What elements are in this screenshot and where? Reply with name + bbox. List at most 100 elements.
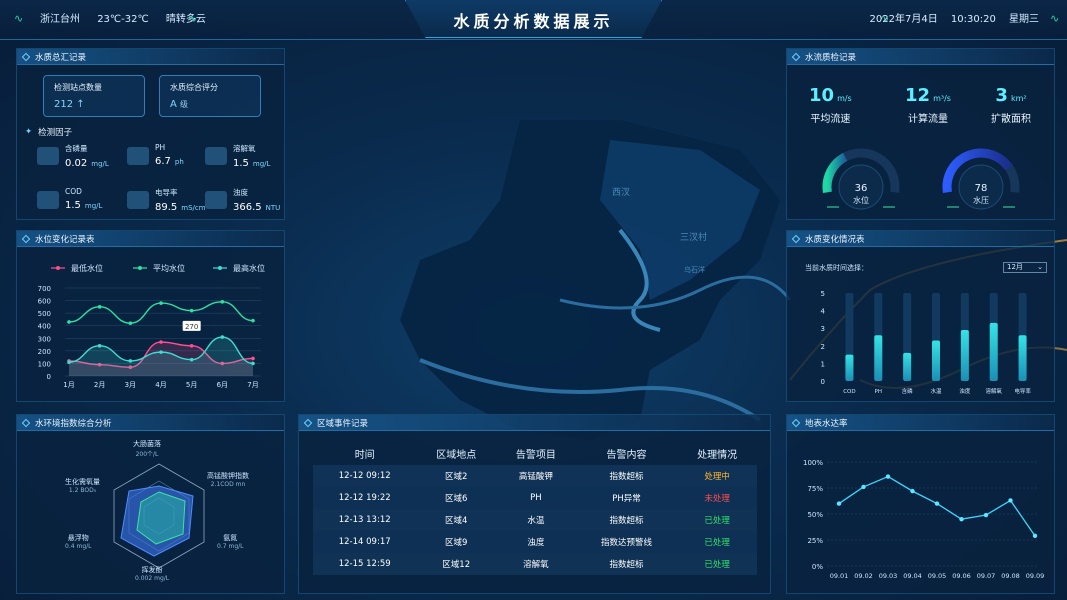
diamond-icon <box>21 52 31 61</box>
panel-title: 区域事件记录 <box>299 415 770 431</box>
y-tick-label: 50% <box>807 511 823 519</box>
table-row[interactable]: 12-12 19:22 区域6 PH PH异常 未处理 <box>313 487 757 509</box>
weather: 晴转多云 <box>165 14 206 25</box>
table-cell: PH <box>530 493 542 503</box>
y-tick-label: 0% <box>812 563 823 571</box>
factor-ph: PH 6.7 ph <box>127 143 184 167</box>
table-cell: 12-12 19:22 <box>338 493 391 503</box>
x-tick-label: 09.08 <box>1001 572 1020 580</box>
quality-bar-chart[interactable]: 0 1 2 3 4 5 COD PH 含磷 水温 浊度 溶解氧 电导率 <box>787 277 1054 402</box>
flow-panel: 水流质检记录 10 m/s 平均流速 12 m³/s 计算流量 3 km² 扩散面积 … <box>786 48 1055 220</box>
data-point <box>220 335 225 339</box>
phosphorus-icon <box>37 147 59 165</box>
x-tick-label: 09.09 <box>1026 572 1045 580</box>
data-point <box>836 501 842 506</box>
water-level-chart[interactable]: 最低水位 平均水位 最高水位 0 100 200 300 400 500 600 700 1月 2月 3月… <box>17 248 284 402</box>
table-cell: 浊度 <box>527 538 545 548</box>
bar <box>932 340 940 381</box>
table-row[interactable]: 12-13 13:12 区域4 水温 指数超标 已处理 <box>313 509 757 531</box>
gauges: 36 78 <box>822 148 1020 210</box>
stations-card[interactable]: 检测站点数量 212 ↑ <box>43 75 145 117</box>
y-tick-label: 0 <box>821 378 825 386</box>
x-tick-label: 09.05 <box>928 572 947 580</box>
col-area: 区域地点 <box>436 449 477 461</box>
x-tick-label: 溶解氧 <box>985 387 1002 395</box>
table-cell: 12-14 09:17 <box>338 537 391 547</box>
data-point <box>159 350 163 354</box>
y-tick-label: 400 <box>38 323 51 331</box>
col-content: 告警内容 <box>606 449 647 461</box>
pulse-icon: ∿ <box>188 12 198 25</box>
x-tick-label: 6月 <box>217 381 228 389</box>
time: 10:30:20 <box>950 14 996 25</box>
month-select[interactable]: 12月 ⌄ <box>1003 262 1047 273</box>
chevron-down-icon: ⌄ <box>1037 263 1043 271</box>
legend-marker <box>138 266 142 270</box>
x-tick-label: 浊度 <box>959 387 971 395</box>
table-row[interactable]: 12-12 09:12 区域2 高锰酸钾 指数超标 处理中 <box>313 465 757 487</box>
data-point <box>1008 498 1013 503</box>
data-point <box>251 361 255 366</box>
data-point <box>67 320 71 324</box>
surface-rate-chart[interactable]: 0% 25% 50% 75% 100% 09.01 09.02 09.03 09.04 09.05… <box>787 432 1054 594</box>
score-unit: 级 <box>180 100 189 109</box>
page-title: 水质分析数据展示 <box>453 12 614 31</box>
gauge-value: 78 <box>975 183 988 194</box>
y-tick-label: 25% <box>807 537 823 545</box>
tooltip-value: 270 <box>185 323 198 331</box>
y-tick-label: 300 <box>38 335 51 343</box>
factor-conductivity: 电导率 89.5 mS/cm <box>127 187 206 213</box>
score-value: A <box>170 99 177 110</box>
pulse-icon: ∿ <box>14 12 24 25</box>
factor-phosphorus: 含磷量 0.02 mg/L <box>37 143 109 169</box>
map-label: 西汊 <box>612 187 630 198</box>
data-point <box>159 340 163 344</box>
data-point <box>959 517 964 522</box>
data-point <box>159 301 163 305</box>
select-label: 当前水质时间选择： <box>805 264 868 272</box>
table-cell: 高锰酸钾 <box>518 472 553 482</box>
series-line <box>838 475 1036 537</box>
table-cell: PH异常 <box>612 494 641 504</box>
conductivity-icon <box>127 191 149 209</box>
table-cell: 指数达预警线 <box>600 538 652 548</box>
table-row[interactable]: 12-14 09:17 区域9 浊度 指数达预警线 已处理 <box>313 531 757 553</box>
panel-title: 水质总汇记录 <box>17 49 284 65</box>
bar <box>874 335 883 381</box>
x-tick-label: 2月 <box>94 381 105 389</box>
table-header: 时间 区域地点 告警项目 告警内容 处理情况 <box>313 441 757 465</box>
data-point <box>910 488 915 494</box>
y-tick-label: 1 <box>821 360 825 368</box>
x-tick-label: 09.01 <box>830 572 849 580</box>
panel-title: 水位变化记录表 <box>17 231 284 247</box>
factor-turbidity: 浊度 366.5 NTU <box>205 187 280 213</box>
data-point <box>189 308 194 313</box>
metric-velocity: 10 m/s 平均流速 <box>809 85 852 125</box>
x-tick-label: 09.02 <box>854 572 873 580</box>
y-tick-label: 5 <box>821 290 825 298</box>
status-badge: 未处理 <box>704 494 730 504</box>
diamond-icon <box>21 234 31 243</box>
gauge-label-level: 水位 <box>853 196 869 205</box>
table-cell: 区域2 <box>444 472 468 482</box>
table-row[interactable]: 12-15 12:59 区域12 溶解氧 指数超标 已处理 <box>313 553 757 575</box>
series-line <box>68 301 254 324</box>
table-cell: 区域4 <box>444 516 468 526</box>
data-point <box>983 512 989 518</box>
weekday: 星期三 <box>1009 14 1039 25</box>
x-tick-label: 电导率 <box>1014 387 1031 395</box>
y-tick-label: 2 <box>821 343 825 351</box>
location: 浙江台州 <box>40 14 80 25</box>
data-point <box>189 357 194 362</box>
x-tick-label: 水温 <box>930 387 942 395</box>
table-cell: 水温 <box>527 516 545 526</box>
col-item: 告警项目 <box>515 449 556 461</box>
table-cell: 区域9 <box>444 538 468 548</box>
date-time: 2022年7月4日 10:30:20 星期三 <box>860 10 1039 25</box>
data-point <box>128 359 133 363</box>
status-badge: 已处理 <box>704 516 730 526</box>
factor-oxygen: 溶解氧 1.5 mg/L <box>205 143 270 169</box>
score-card[interactable]: 水质综合评分 A 级 <box>159 75 261 117</box>
bar <box>903 352 912 381</box>
data-point <box>128 321 133 325</box>
